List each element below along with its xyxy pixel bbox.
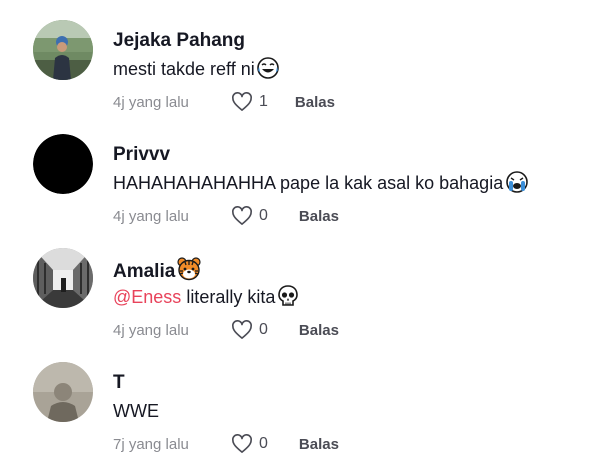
heart-icon [232,206,252,225]
comment-item: Jejaka Pahang mesti takde reff ni 4j yan… [0,0,598,114]
comment-meta: 4j yang lalu 0 Balas [113,318,339,342]
comment-meta: 4j yang lalu 1 Balas [113,90,335,114]
crying-emoji-icon [506,171,529,193]
like-button[interactable]: 0 [231,206,268,226]
like-count: 0 [259,435,268,452]
like-count: 0 [259,321,268,338]
comment-item: T WWE 7j yang lalu 0 Balas [0,342,598,456]
like-count: 1 [259,93,268,110]
skull-emoji-icon [278,285,299,306]
username[interactable]: T [113,371,125,395]
reply-button[interactable]: Balas [295,94,335,111]
mention-link[interactable]: @Eness [113,287,181,307]
timestamp: 4j yang lalu [113,321,189,339]
comment-text: @Eness literally kita [113,285,299,309]
like-count: 0 [259,207,268,224]
reply-button[interactable]: Balas [299,208,339,225]
like-button[interactable]: 0 [231,434,268,454]
avatar[interactable] [33,248,93,308]
avatar[interactable] [33,134,93,194]
username[interactable]: Amalia [113,257,201,284]
like-button[interactable]: 0 [231,320,268,340]
tiger-face-emoji-icon [177,257,201,281]
username[interactable]: Privvv [113,143,170,167]
reply-button[interactable]: Balas [299,322,339,339]
comment-meta: 7j yang lalu 0 Balas [113,432,339,456]
timestamp: 7j yang lalu [113,435,189,453]
timestamp: 4j yang lalu [113,207,189,225]
heart-icon [232,320,252,339]
username[interactable]: Jejaka Pahang [113,29,245,53]
heart-icon [232,434,252,453]
comment-text: WWE [113,401,159,421]
comment-meta: 4j yang lalu 0 Balas [113,204,339,228]
comment-item: Amalia @Eness literally kita 4j yang lal… [0,228,598,342]
avatar[interactable] [33,362,93,422]
comment-text: HAHAHAHAHAHHA pape la kak asal ko bahagi… [113,171,529,195]
comment-text: mesti takde reff ni [113,57,279,81]
timestamp: 4j yang lalu [113,93,189,111]
heart-icon [232,92,252,111]
avatar[interactable] [33,20,93,80]
like-button[interactable]: 1 [231,92,268,112]
laughing-tears-emoji-icon [256,57,279,79]
reply-button[interactable]: Balas [299,436,339,453]
comment-item: Privvv HAHAHAHAHAHHA pape la kak asal ko… [0,114,598,228]
